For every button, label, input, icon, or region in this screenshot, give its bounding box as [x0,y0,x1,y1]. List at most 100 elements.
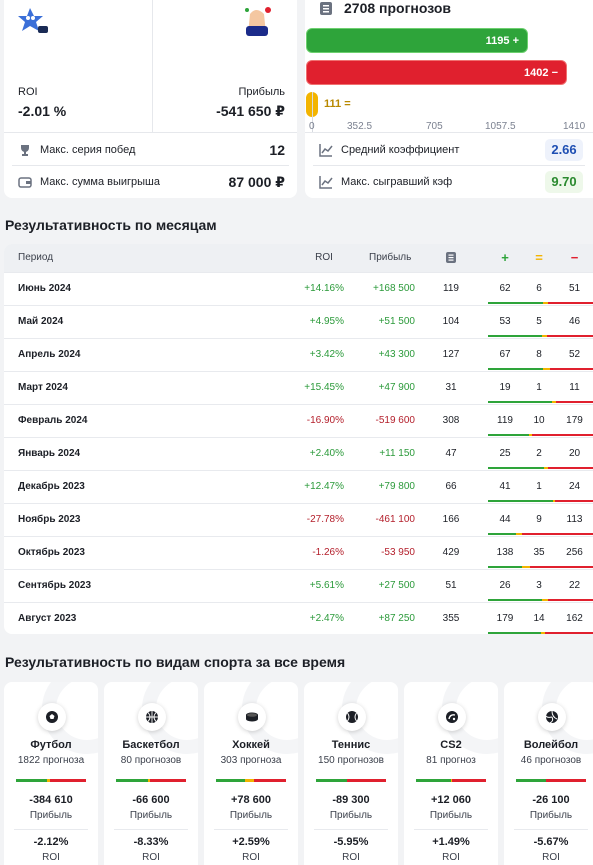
minus-icon[interactable]: − [556,244,593,272]
divider [12,165,289,166]
table-row[interactable]: Май 2024 +4.95% +51 500 104 53 5 46 [4,305,593,338]
month-draws: 6 [536,283,542,294]
chart-icon [319,143,333,162]
sport-profit-label: Прибыль [129,810,173,821]
table-row[interactable]: Февраль 2024 -16.90% -519 600 308 119 10 179 [4,404,593,437]
month-draws: 10 [533,415,545,426]
sport-card[interactable]: Баскетбол 80 прогнозов -66 600 Прибыль -8.33… [104,682,198,865]
sport-profit: +12 060 [430,794,472,806]
sport-profit: -89 300 [332,794,370,806]
month-wins: 44 [499,514,511,525]
max-win-sum-value: 87 000 ₽ [228,174,285,190]
month-period: Январь 2024 [18,448,81,459]
divider [314,829,388,830]
table-row[interactable]: Декабрь 2023 +12.47% +79 800 66 41 1 24 [4,470,593,503]
losses-segment [149,779,186,782]
draws-label: 111 = [324,98,351,110]
divider [514,829,588,830]
header-profit[interactable]: Прибыль [369,244,425,272]
header-roi[interactable]: ROI [304,244,344,272]
losses-segment [521,533,593,535]
month-roi: +4.95% [309,316,344,327]
sport-profit-label: Прибыль [429,810,473,821]
wins-bar[interactable]: 1195 + [306,28,528,53]
month-period: Сентябрь 2023 [18,580,92,591]
losses-sign: − [551,67,558,79]
sport-count: 46 прогнозов [520,755,582,766]
equals-icon[interactable]: = [522,244,556,272]
forecasts-count-icon[interactable] [436,244,466,272]
list-icon [320,2,332,20]
avg-coef-value: 2.66 [545,139,583,161]
sport-profit-label: Прибыль [329,810,373,821]
divider [14,829,88,830]
month-period: Февраль 2024 [18,415,88,426]
sport-roi-label: ROI [542,852,560,863]
month-result-bar [488,632,593,634]
month-draws: 9 [536,514,542,525]
sport-card[interactable]: Футбол 1822 прогноза -384 610 Прибыль -2.12%… [4,682,98,865]
header-period[interactable]: Период [18,244,53,272]
forecasts-card: 2708 прогнозов 1195 + 1402 − 111 = 0 352… [305,0,593,198]
months-table: Период ROI Прибыль + = − Июнь 2024 +14.16… [4,244,593,634]
month-wins: 26 [499,580,511,591]
month-profit: +51 500 [378,316,415,327]
sport-profit: -66 600 [132,794,170,806]
sport-roi: -8.33% [133,836,169,848]
month-period: Август 2023 [18,613,77,624]
table-row[interactable]: Апрель 2024 +3.42% +43 300 127 67 8 52 [4,338,593,371]
table-row[interactable]: Ноябрь 2023 -27.78% -461 100 166 44 9 113 [4,503,593,536]
summary-card: ROI -2.01 % Прибыль -541 650 ₽ Макс. сер… [4,0,297,198]
month-period: Апрель 2024 [18,349,81,360]
sport-card[interactable]: CS2 81 прогноз +12 060 Прибыль +1.49% ROI [404,682,498,865]
month-period: Ноябрь 2023 [18,514,81,525]
losses-segment [550,368,593,370]
divider [313,165,585,166]
sport-result-bar [316,779,386,782]
plus-icon[interactable]: + [488,244,522,272]
football-icon [38,703,66,731]
month-roi: -16.90% [306,415,344,426]
sport-name: CS2 [440,739,462,751]
sport-result-bar [516,779,586,782]
sport-card[interactable]: Теннис 150 прогнозов -89 300 Прибыль -5.95% R… [304,682,398,865]
month-result-bar [488,467,593,469]
month-result-bar [488,566,593,568]
mascot-right-icon [240,4,276,40]
divider [4,132,297,133]
losses-segment [554,500,593,502]
table-row[interactable]: Июнь 2024 +14.16% +168 500 119 62 6 51 [4,272,593,305]
month-forecasts: 119 [443,283,459,294]
divider [414,829,488,830]
table-row[interactable]: Март 2024 +15.45% +47 900 31 19 1 11 [4,371,593,404]
month-losses: 51 [568,283,581,294]
losses-bar[interactable]: 1402 − [306,60,567,85]
wins-segment [516,779,547,782]
losses-segment [346,779,386,782]
month-forecasts: 355 [442,613,460,624]
table-row[interactable]: Октябрь 2023 -1.26% -53 950 429 138 35 256 [4,536,593,569]
losses-segment [548,467,593,469]
wins-segment [488,368,544,370]
month-losses: 46 [568,316,581,327]
draws-count: 111 [324,98,342,110]
sport-card[interactable]: Хоккей 303 прогноза +78 600 Прибыль +2.59% RO… [204,682,298,865]
chart-icon [319,175,333,194]
sport-name: Хоккей [232,739,270,751]
sport-roi: -5.67% [533,836,569,848]
sport-result-bar [216,779,286,782]
tick-4: 1410 [563,121,586,132]
month-wins: 67 [499,349,511,360]
month-period: Май 2024 [18,316,64,327]
table-row[interactable]: Сентябрь 2023 +5.61% +27 500 51 26 3 22 [4,569,593,602]
month-wins: 19 [499,382,511,393]
wins-segment [488,599,542,601]
month-draws: 35 [533,547,545,558]
sport-roi-label: ROI [42,852,60,863]
sport-roi-label: ROI [142,852,160,863]
losses-segment [555,401,593,403]
table-row[interactable]: Август 2023 +2.47% +87 250 355 179 14 162 [4,602,593,634]
month-losses: 20 [568,448,581,459]
table-row[interactable]: Январь 2024 +2.40% +11 150 47 25 2 20 [4,437,593,470]
sport-card[interactable]: Волейбол 46 прогнозов -26 100 Прибыль -5.67%… [504,682,593,865]
